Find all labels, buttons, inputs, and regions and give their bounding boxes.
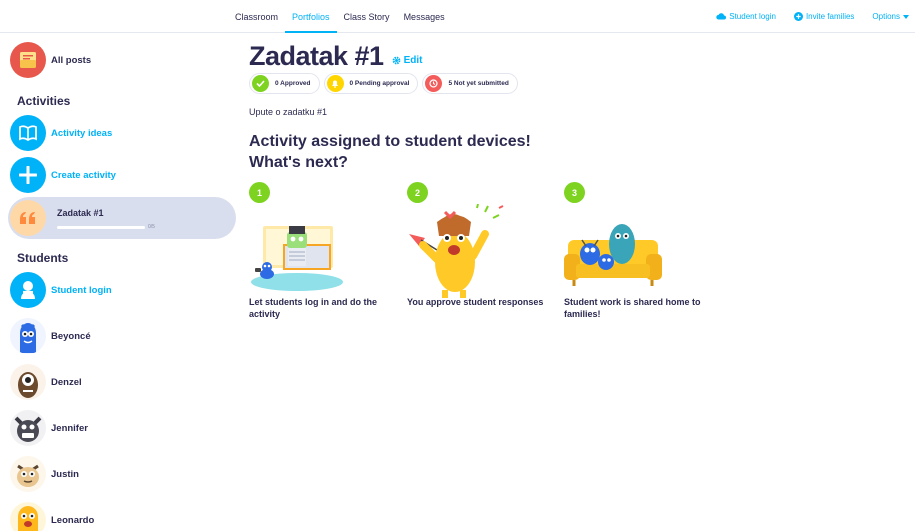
- student-login-link[interactable]: Student login: [716, 12, 776, 21]
- title-row: Zadatak #1 Edit: [249, 41, 422, 72]
- sidebar-item-student-login[interactable]: Student login: [8, 269, 236, 311]
- headline-line-1: Activity assigned to student devices!: [249, 133, 531, 150]
- students-heading: Students: [17, 251, 69, 265]
- student-at-desk-illustration: [251, 226, 343, 291]
- step-number: 1: [249, 182, 270, 203]
- student-name: Justin: [51, 468, 79, 480]
- next-steps-headline: Activity assigned to student devices! Wh…: [249, 131, 609, 173]
- nav-right-links: Student login Invite families Options: [716, 0, 909, 33]
- tab-classroom[interactable]: Classroom: [228, 0, 285, 33]
- step-2: 2 You approve student responses: [407, 182, 567, 307]
- not-submitted-count: 5 Not yet submitted: [448, 80, 509, 87]
- selected-activity-title: Zadatak #1: [57, 208, 104, 218]
- student-icon: [10, 272, 46, 308]
- top-navigation: Classroom Portfolios Class Story Message…: [0, 0, 915, 33]
- bell-icon: [326, 75, 344, 92]
- sidebar-item-create-activity[interactable]: Create activity: [8, 154, 236, 196]
- step-number: 3: [564, 182, 585, 203]
- nav-tabs: Classroom Portfolios Class Story Message…: [228, 0, 452, 33]
- tab-class-story[interactable]: Class Story: [337, 0, 397, 33]
- student-name: Leonardo: [51, 514, 95, 526]
- teacher-celebrating-illustration: [409, 204, 504, 298]
- all-posts-label: All posts: [51, 54, 92, 66]
- activity-instructions: Upute o zadatku #1: [249, 107, 328, 117]
- student-login-sidebar-label: Student login: [51, 284, 112, 296]
- student-row-jennifer[interactable]: Jennifer: [8, 407, 236, 449]
- cloud-icon: [716, 13, 727, 20]
- pending-count: 0 Pending approval: [349, 80, 410, 87]
- student-name: Beyoncé: [51, 330, 91, 342]
- invite-families-label: Invite families: [805, 12, 855, 21]
- edit-button[interactable]: Edit: [392, 55, 423, 66]
- step-caption: Student work is shared home to families!: [564, 297, 701, 319]
- all-posts-icon: [10, 42, 46, 78]
- student-row-denzel[interactable]: Denzel: [8, 361, 236, 403]
- progress-count: 0/5: [148, 224, 155, 230]
- plus-circle-icon: [793, 12, 803, 21]
- status-pills: 0 Approved 0 Pending approval 5 Not yet …: [249, 73, 518, 94]
- clock-icon: [425, 75, 443, 92]
- gear-icon: [392, 56, 400, 65]
- approved-count: 0 Approved: [275, 80, 311, 87]
- main-content: Zadatak #1 Edit 0 Approved 0 Pending app…: [249, 34, 909, 531]
- create-activity-label: Create activity: [51, 169, 116, 181]
- sidebar-item-all-posts[interactable]: All posts: [8, 39, 236, 81]
- monster-avatar-grey: [10, 410, 46, 446]
- student-row-justin[interactable]: Justin: [8, 453, 236, 495]
- monster-avatar-tan: [10, 456, 46, 492]
- sidebar-item-zadatak-1[interactable]: Zadatak #1 0/5: [8, 197, 236, 239]
- options-dropdown[interactable]: Options: [872, 12, 909, 21]
- monster-avatar-yellow: [10, 502, 46, 531]
- check-icon: [252, 75, 269, 92]
- step-caption: You approve student responses: [407, 297, 544, 307]
- student-name: Jennifer: [51, 422, 88, 434]
- progress-bar: [57, 225, 145, 229]
- approved-pill[interactable]: 0 Approved: [249, 73, 320, 94]
- tab-portfolios[interactable]: Portfolios: [285, 0, 337, 33]
- book-icon: [10, 115, 46, 151]
- plus-icon: [10, 157, 46, 193]
- activity-ideas-label: Activity ideas: [51, 127, 113, 139]
- monster-avatar-brown: [10, 364, 46, 400]
- student-row-beyonce[interactable]: Beyoncé: [8, 315, 236, 357]
- page-title: Zadatak #1: [249, 41, 384, 71]
- headline-line-2: What's next?: [249, 154, 348, 171]
- step-number: 2: [407, 182, 428, 203]
- family-couch-illustration: [564, 224, 662, 286]
- caret-down-icon: [903, 14, 909, 19]
- student-row-leonardo[interactable]: Leonardo: [8, 499, 236, 531]
- not-submitted-pill[interactable]: 5 Not yet submitted: [422, 73, 518, 94]
- student-name: Denzel: [51, 376, 82, 388]
- sidebar-item-activity-ideas[interactable]: Activity ideas: [8, 112, 236, 154]
- student-login-label: Student login: [729, 12, 776, 21]
- step-3: 3 Student work is shared home to familie…: [564, 182, 724, 319]
- invite-families-link[interactable]: Invite families: [793, 12, 855, 21]
- activities-heading: Activities: [17, 94, 71, 108]
- step-1: 1 Let students log in and do the activit…: [249, 182, 409, 319]
- edit-label: Edit: [403, 55, 423, 66]
- step-caption: Let students log in and do the activity: [249, 297, 377, 319]
- monster-avatar-blue: [10, 318, 46, 354]
- pending-pill[interactable]: 0 Pending approval: [323, 73, 419, 94]
- sidebar: All posts Activities Activity ideas Crea…: [0, 34, 240, 531]
- quote-icon: [10, 200, 46, 236]
- options-label: Options: [872, 12, 900, 21]
- tab-messages[interactable]: Messages: [397, 0, 452, 33]
- activity-progress: 0/5: [57, 224, 155, 230]
